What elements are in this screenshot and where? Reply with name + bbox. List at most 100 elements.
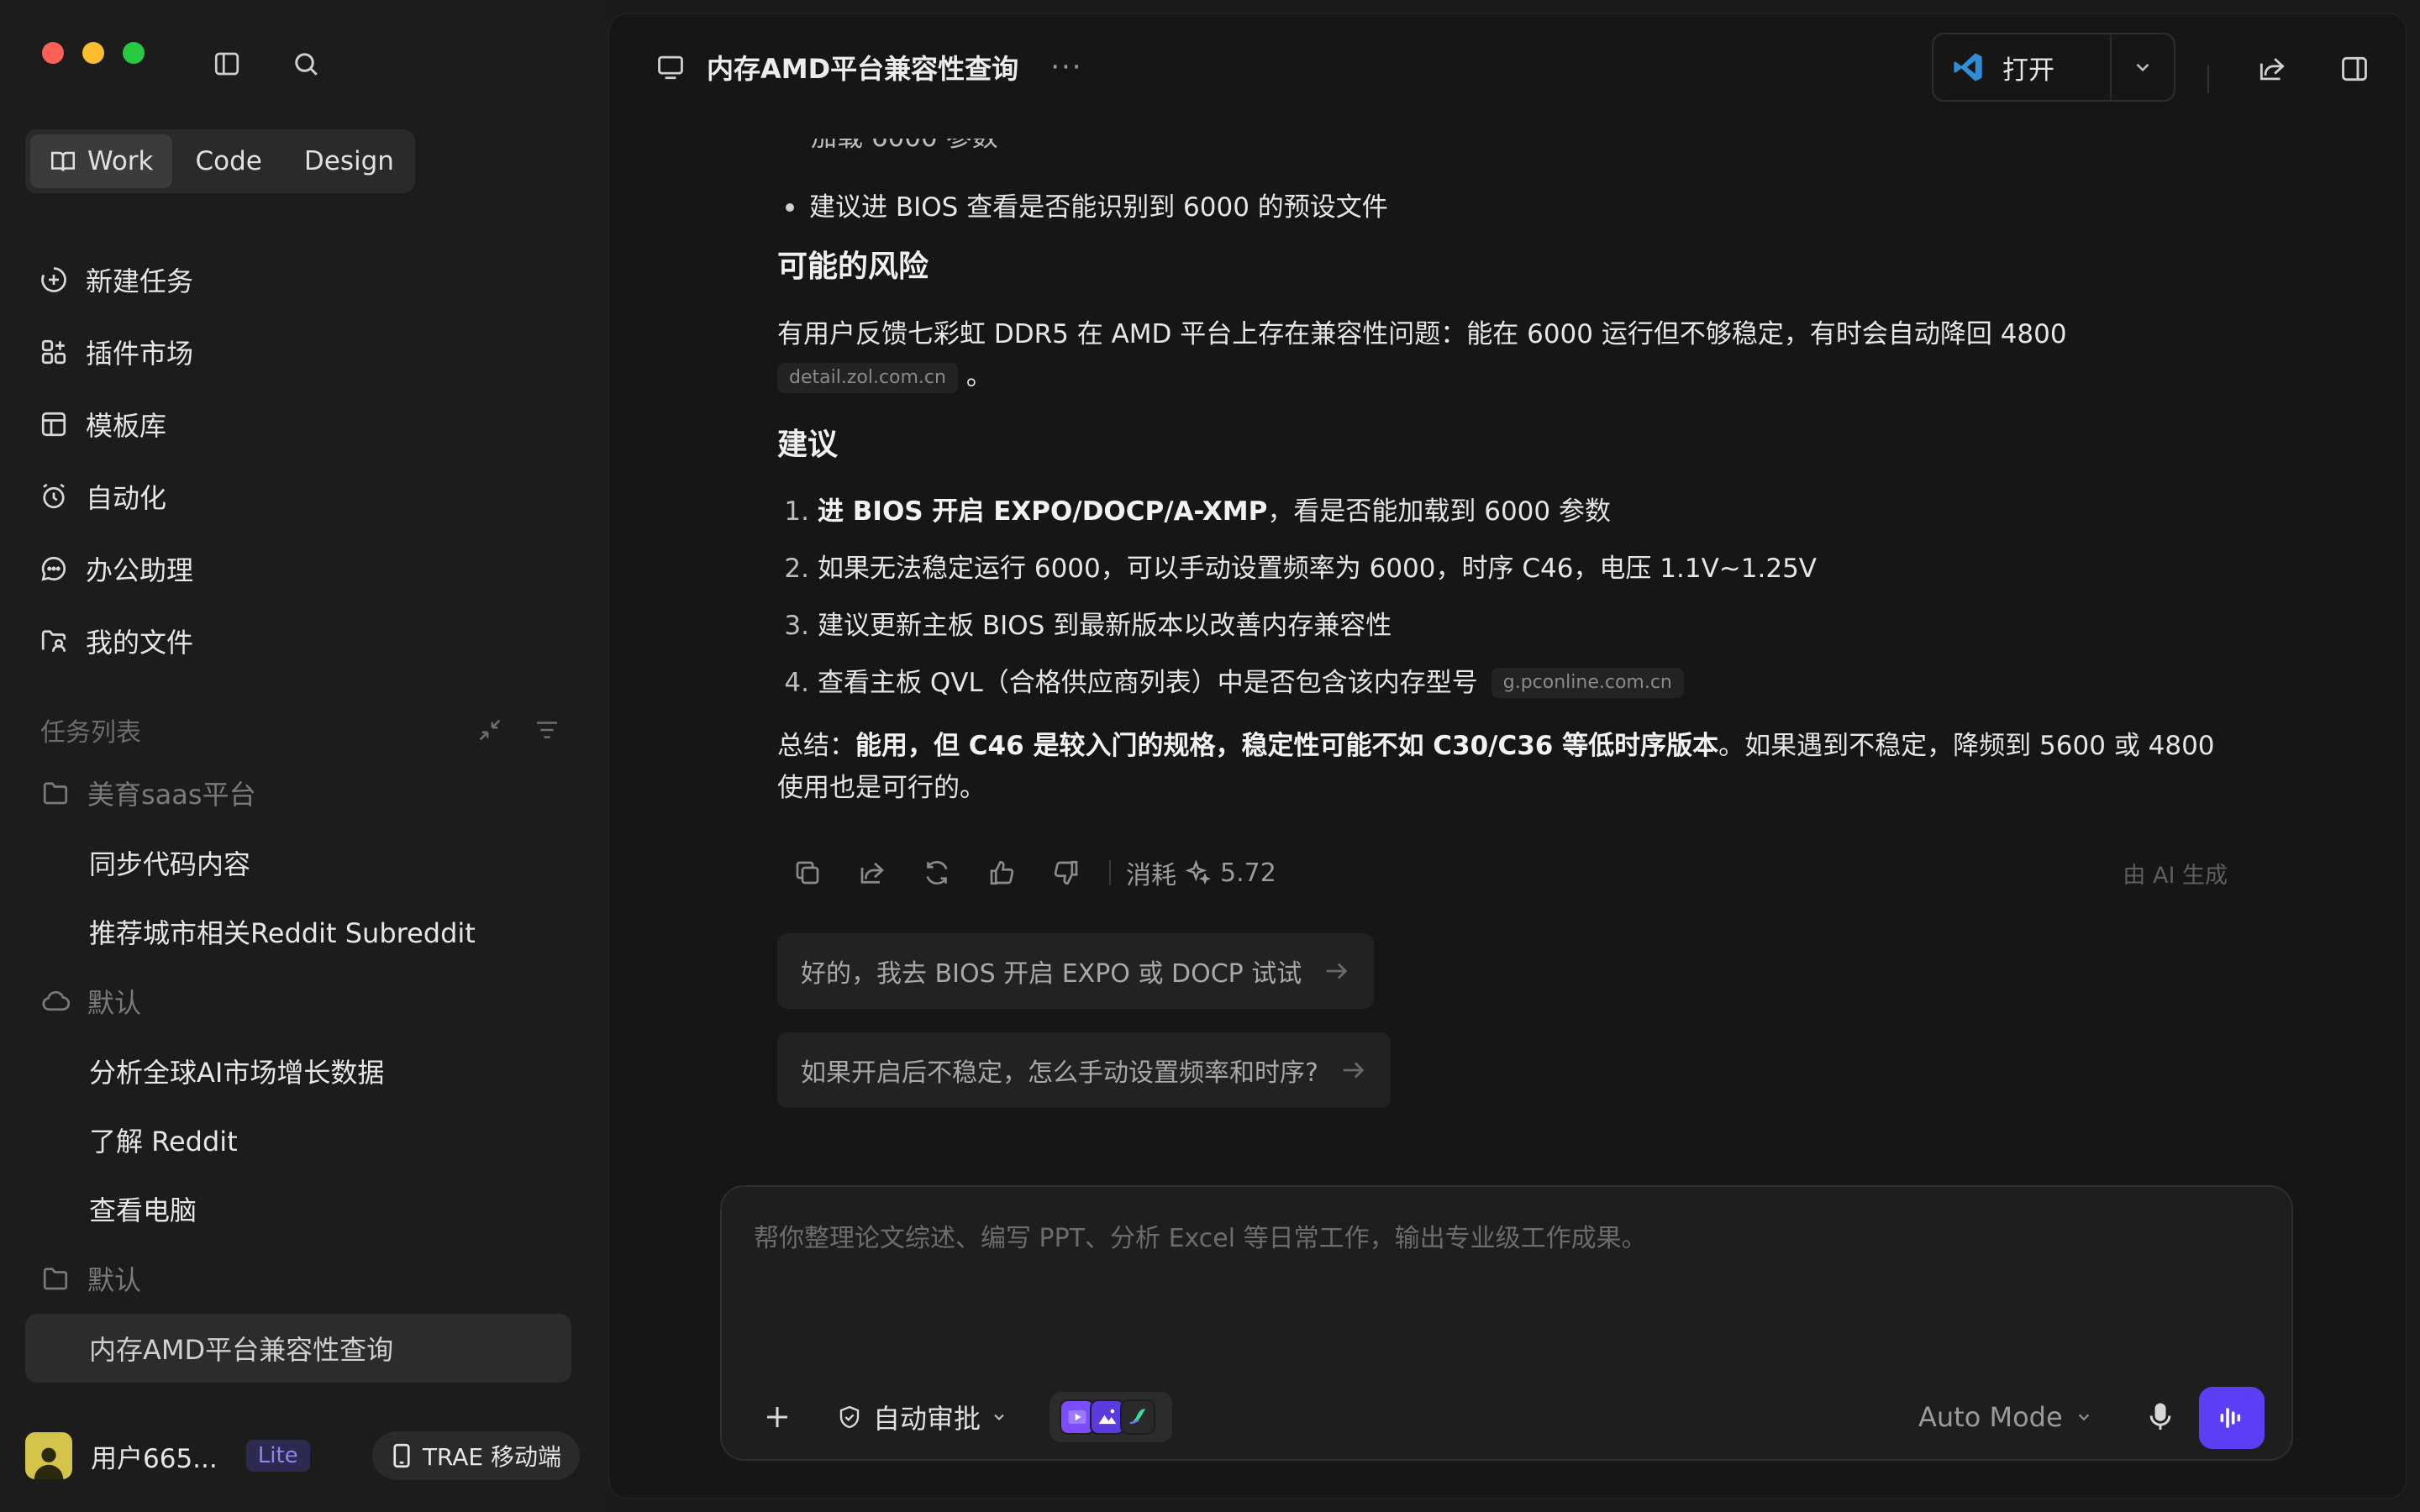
advice-text: 建议更新主板 BIOS 到最新版本以改善内存兼容性 xyxy=(818,611,1392,641)
plus-icon[interactable] xyxy=(762,1402,792,1432)
mode-switcher: Work Code Design xyxy=(25,129,415,193)
avatar[interactable] xyxy=(25,1432,72,1479)
nav-my-files[interactable]: 我的文件 xyxy=(39,605,576,677)
zoom-window-button[interactable] xyxy=(123,42,145,64)
suggestion-chip[interactable]: 好的，我去 BIOS 开启 EXPO 或 DOCP 试试 xyxy=(777,933,1375,1009)
mode-work-tab[interactable]: Work xyxy=(30,134,172,188)
nav-plugin-market-label: 插件市场 xyxy=(86,338,194,370)
side-panel-icon[interactable] xyxy=(2338,53,2370,85)
chevron-down-icon xyxy=(2136,63,2149,72)
main-header: 内存AMD平台兼容性查询 ··· 打开 xyxy=(609,14,2406,120)
sparkle-icon xyxy=(1185,859,1211,885)
open-in-editor-group: 打开 xyxy=(1932,33,2175,102)
chat-input[interactable]: 帮你整理论文综述、编写 PPT、分析 Excel 等日常工作，输出专业级工作成果… xyxy=(754,1217,1647,1254)
mobile-app-button[interactable]: TRAE 移动端 xyxy=(371,1431,580,1480)
voice-send-button[interactable] xyxy=(2199,1387,2265,1449)
task-item-active[interactable]: 内存AMD平台兼容性查询 xyxy=(25,1314,571,1383)
task-group-header[interactable]: 默认 xyxy=(25,966,571,1037)
open-button[interactable]: 打开 xyxy=(1933,34,2110,100)
new-task-icon xyxy=(41,267,66,292)
nav-plugin-market[interactable]: 插件市场 xyxy=(39,316,576,388)
nav-my-files-label: 我的文件 xyxy=(86,627,194,659)
mode-work-label: Work xyxy=(87,146,154,176)
nav-templates-label: 模板库 xyxy=(86,410,167,442)
auto-approve-dropdown[interactable]: 自动审批 xyxy=(836,1392,1007,1442)
copy-icon[interactable] xyxy=(792,858,823,888)
sidebar-toggle-icon[interactable] xyxy=(212,49,242,79)
minimize-window-button[interactable] xyxy=(82,42,104,64)
nav-automation[interactable]: 自动化 xyxy=(39,460,576,533)
main-panel: 内存AMD平台兼容性查询 ··· 打开 加载 6000 参数 建议进 BIOS … xyxy=(608,13,2407,1499)
advice-list: 1. 进 BIOS 开启 EXPO/DOCP/A-XMP ，看是否能加载到 600… xyxy=(777,483,2239,711)
header-divider xyxy=(2207,65,2209,93)
nav-office-assistant-label: 办公助理 xyxy=(86,554,194,586)
source-chip[interactable]: detail.zol.com.cn xyxy=(777,362,958,393)
nav-office-assistant[interactable]: 办公助理 xyxy=(39,533,576,605)
microphone-icon[interactable] xyxy=(2144,1400,2177,1434)
monitor-icon xyxy=(658,55,683,80)
task-item[interactable]: 分析全球AI市场增长数据 xyxy=(25,1037,571,1105)
model-mode-label: Auto Mode xyxy=(1918,1401,2063,1433)
usage-info: 消耗 5.72 xyxy=(1126,854,1276,891)
task-item[interactable]: 查看电脑 xyxy=(25,1174,571,1243)
filter-icon[interactable] xyxy=(533,716,561,744)
model-mode-dropdown[interactable]: Auto Mode xyxy=(1918,1392,2093,1442)
phone-icon xyxy=(393,1443,410,1468)
search-icon[interactable] xyxy=(291,49,321,79)
nav-new-task[interactable]: 新建任务 xyxy=(39,244,576,316)
suggestion-chip[interactable]: 如果开启后不稳定，怎么手动设置频率和时序? xyxy=(777,1032,1391,1108)
design-tool-icon xyxy=(1120,1399,1155,1435)
regenerate-icon[interactable] xyxy=(922,858,952,888)
open-button-label: 打开 xyxy=(2002,55,2054,86)
task-group-name: 美育saas平台 xyxy=(87,779,256,811)
more-options-button[interactable]: ··· xyxy=(1050,50,1082,84)
folder-icon xyxy=(43,782,68,805)
chevron-down-icon xyxy=(994,1414,1004,1421)
advice-text: 查看主板 QVL（合格供应商列表）中是否包含该内存型号 xyxy=(818,668,1478,698)
collapse-icon[interactable] xyxy=(476,716,504,744)
tool-stack[interactable] xyxy=(1050,1392,1172,1442)
plan-badge: Lite xyxy=(245,1440,310,1472)
arrow-right-icon xyxy=(1326,963,1348,979)
task-item[interactable]: 了解 Reddit xyxy=(25,1105,571,1174)
sidebar-nav: 新建任务 插件市场 模板库 自动化 办公助理 我的文件 xyxy=(39,244,576,677)
risk-heading: 可能的风险 xyxy=(777,249,929,284)
close-window-button[interactable] xyxy=(42,42,64,64)
auto-approve-label: 自动审批 xyxy=(873,1403,981,1435)
task-item[interactable]: 推荐城市相关Reddit Subreddit xyxy=(25,897,571,966)
task-group-header[interactable]: 美育saas平台 xyxy=(25,758,571,828)
book-icon xyxy=(50,151,76,171)
task-group-header[interactable]: 默认 xyxy=(25,1243,571,1314)
advice-text: 如果无法稳定运行 6000，可以手动设置频率为 6000，时序 C46，电压 1… xyxy=(818,554,1818,584)
user-silhouette-icon xyxy=(34,1447,64,1479)
mode-code-label: Code xyxy=(195,146,262,176)
template-icon xyxy=(41,412,66,437)
risk-paragraph: 有用户反馈七彩虹 DDR5 在 AMD 平台上存在兼容性问题：能在 6000 运… xyxy=(777,313,2239,397)
mode-design-tab[interactable]: Design xyxy=(286,134,413,188)
alarm-clock-icon xyxy=(43,483,65,509)
page-title: 内存AMD平台兼容性查询 xyxy=(707,53,1019,85)
thumbs-down-icon[interactable] xyxy=(1051,858,1081,888)
sidebar: Work Code Design 新建任务 插件市场 模板库 自动化 办公助理 … xyxy=(0,0,608,1512)
open-dropdown-button[interactable] xyxy=(2110,34,2174,100)
list-item: 4. 查看主板 QVL（合格供应商列表）中是否包含该内存型号 g.pconlin… xyxy=(777,654,2239,711)
nav-templates[interactable]: 模板库 xyxy=(39,388,576,460)
task-item[interactable]: 同步代码内容 xyxy=(25,828,571,897)
summary-paragraph: 总结：能用，但 C46 是较入门的规格，稳定性可能不如 C30/C36 等低时序… xyxy=(777,731,2215,803)
thumbs-up-icon[interactable] xyxy=(986,858,1017,888)
advice-bold: 进 BIOS 开启 EXPO/DOCP/A-XMP xyxy=(818,496,1268,527)
advice-heading: 建议 xyxy=(777,428,839,462)
task-group-name: 默认 xyxy=(87,1264,142,1296)
bullet-text: 建议进 BIOS 查看是否能识别到 6000 的预设文件 xyxy=(809,192,1388,223)
share-icon[interactable] xyxy=(2256,53,2288,85)
actions-divider xyxy=(1109,860,1111,885)
source-chip[interactable]: g.pconline.com.cn xyxy=(1491,668,1684,698)
chat-icon xyxy=(41,556,66,581)
list-item: 建议进 BIOS 查看是否能识别到 6000 的预设文件 xyxy=(786,186,1388,228)
share-icon[interactable] xyxy=(857,858,887,888)
suggestion-text: 好的，我去 BIOS 开启 EXPO 或 DOCP 试试 xyxy=(801,959,1302,989)
mode-code-tab[interactable]: Code xyxy=(177,134,281,188)
username[interactable]: 用户665... xyxy=(91,1437,218,1475)
folder-icon xyxy=(43,1268,68,1290)
suggestion-text: 如果开启后不稳定，怎么手动设置频率和时序? xyxy=(801,1058,1318,1088)
